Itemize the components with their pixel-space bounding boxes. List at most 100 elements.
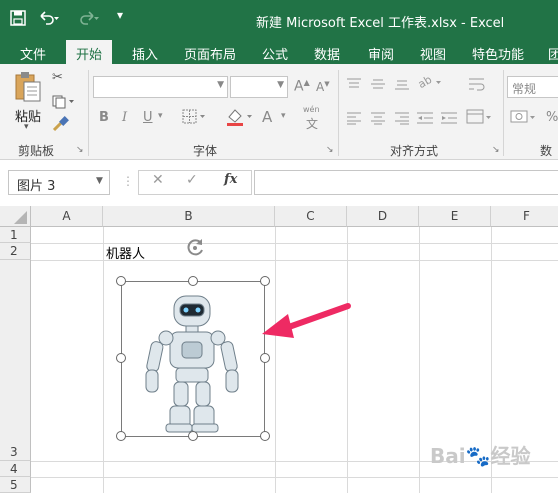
name-box-dropdown-icon[interactable]: ▼ <box>96 176 103 186</box>
italic-button[interactable]: I <box>122 110 127 125</box>
increase-indent-icon[interactable] <box>440 110 458 129</box>
number-group-label: 数 <box>540 144 553 158</box>
title-bar: ▾ 新建 Microsoft Excel 工作表.xlsx - Excel <box>0 0 558 40</box>
underline-button[interactable]: U <box>143 110 153 125</box>
number-format-select[interactable]: 常规 <box>507 76 558 98</box>
select-all-button[interactable] <box>0 206 31 227</box>
paste-dropdown-icon[interactable]: ▾ <box>24 122 29 132</box>
ribbon-separator <box>503 70 504 156</box>
align-bottom-icon[interactable] <box>394 76 410 95</box>
chevron-down-icon: ▼ <box>217 80 224 90</box>
font-size-select[interactable]: ▼ <box>230 76 288 98</box>
phonetic-icon[interactable]: 文 <box>306 115 318 132</box>
align-center-icon[interactable] <box>370 110 386 129</box>
formula-input[interactable] <box>254 170 558 195</box>
align-top-icon[interactable] <box>346 76 362 95</box>
baidu-watermark-logo: Bai🐾经验 <box>430 444 531 468</box>
font-name-select[interactable]: ▼ <box>93 76 228 98</box>
rotate-handle-icon[interactable] <box>184 237 206 263</box>
underline-dropdown-icon[interactable]: ▾ <box>158 111 163 121</box>
formula-bar-grip-icon: ⋮ <box>122 174 134 188</box>
annotation-arrow-icon <box>258 298 354 348</box>
resize-handle-left[interactable] <box>116 353 126 363</box>
borders-icon[interactable] <box>182 109 208 129</box>
window-title: 新建 Microsoft Excel 工作表.xlsx - Excel <box>256 16 505 31</box>
currency-format-icon[interactable] <box>510 108 540 130</box>
column-header-c[interactable]: C <box>275 206 347 227</box>
robot-picture[interactable] <box>124 284 262 434</box>
align-right-icon[interactable] <box>394 110 410 129</box>
cancel-formula-button[interactable]: ✕ <box>152 172 164 188</box>
percent-icon[interactable]: % <box>546 110 558 125</box>
align-left-icon[interactable] <box>346 110 362 129</box>
alignment-launcher-icon[interactable]: ↘ <box>492 145 500 155</box>
tab-data[interactable]: 数据 <box>314 44 340 63</box>
tab-home[interactable]: 开始 <box>66 40 113 64</box>
gridline <box>347 227 348 493</box>
customize-icon[interactable]: ▾ <box>117 8 123 22</box>
cell-b2[interactable]: 机器人 <box>106 243 145 262</box>
ribbon-separator <box>88 70 89 156</box>
clipboard-launcher-icon[interactable]: ↘ <box>76 145 84 155</box>
chevron-down-icon: ▼ <box>277 80 284 90</box>
svg-text:ab: ab <box>416 74 434 90</box>
resize-handle-top-right[interactable] <box>260 276 270 286</box>
column-header-a[interactable]: A <box>31 206 103 227</box>
resize-handle-top[interactable] <box>188 276 198 286</box>
column-header-e[interactable]: E <box>419 206 491 227</box>
column-header-b[interactable]: B <box>103 206 275 227</box>
row-header-4[interactable]: 4 <box>0 461 31 477</box>
tab-team[interactable]: 团 <box>548 44 558 63</box>
resize-handle-bottom[interactable] <box>188 431 198 441</box>
align-middle-icon[interactable] <box>370 76 386 95</box>
fill-color-icon[interactable] <box>225 107 255 131</box>
paste-icon[interactable] <box>14 70 44 108</box>
gridline <box>419 227 420 493</box>
decrease-font-size-icon[interactable]: A▼ <box>316 80 330 94</box>
tab-file[interactable]: 文件 <box>20 44 46 63</box>
bold-button[interactable]: B <box>99 110 109 125</box>
row-header-5[interactable]: 5 <box>0 477 31 493</box>
resize-handle-bottom-right[interactable] <box>260 431 270 441</box>
ribbon-separator <box>338 70 339 156</box>
gridline <box>103 227 104 493</box>
tab-view[interactable]: 视图 <box>420 44 446 63</box>
merge-center-icon[interactable] <box>466 108 494 130</box>
gridline <box>31 477 558 478</box>
orientation-icon[interactable]: ab <box>416 73 444 94</box>
resize-handle-bottom-left[interactable] <box>116 431 126 441</box>
tab-page-layout[interactable]: 页面布局 <box>184 44 236 63</box>
format-painter-icon[interactable] <box>52 116 70 136</box>
row-header-2[interactable]: 2 <box>0 243 31 260</box>
font-group-label: 字体 <box>193 144 218 158</box>
decrease-indent-icon[interactable] <box>416 110 434 129</box>
name-box[interactable]: 图片 3 <box>8 170 110 195</box>
copy-icon[interactable] <box>52 94 74 113</box>
enter-formula-button[interactable]: ✓ <box>186 172 198 188</box>
alignment-group-label: 对齐方式 <box>390 144 439 158</box>
tab-review[interactable]: 审阅 <box>368 44 394 63</box>
row-header-1[interactable]: 1 <box>0 227 31 243</box>
resize-handle-right[interactable] <box>260 353 270 363</box>
font-color-dropdown-icon[interactable]: ▾ <box>281 111 286 121</box>
insert-function-button[interactable]: fx <box>224 172 237 187</box>
wrap-text-icon[interactable] <box>468 76 486 96</box>
cut-icon[interactable]: ✂ <box>52 70 63 85</box>
phonetic-guide-button[interactable]: wén <box>303 105 320 114</box>
column-header-f[interactable]: F <box>491 206 558 227</box>
tab-formulas[interactable]: 公式 <box>262 44 288 63</box>
name-box-value: 图片 3 <box>17 179 56 194</box>
row-header-3[interactable]: 3 <box>0 260 31 461</box>
increase-font-size-icon[interactable]: A▲ <box>294 78 310 95</box>
save-icon[interactable] <box>10 10 26 30</box>
redo-icon[interactable] <box>78 10 100 30</box>
column-header-d[interactable]: D <box>347 206 419 227</box>
gridline <box>275 227 276 493</box>
tab-special-features[interactable]: 特色功能 <box>472 44 524 63</box>
font-launcher-icon[interactable]: ↘ <box>326 145 334 155</box>
undo-icon[interactable] <box>38 10 60 30</box>
resize-handle-top-left[interactable] <box>116 276 126 286</box>
tab-insert[interactable]: 插入 <box>132 44 158 63</box>
font-color-button[interactable]: A <box>262 108 272 126</box>
clipboard-group-label: 剪贴板 <box>18 144 55 158</box>
